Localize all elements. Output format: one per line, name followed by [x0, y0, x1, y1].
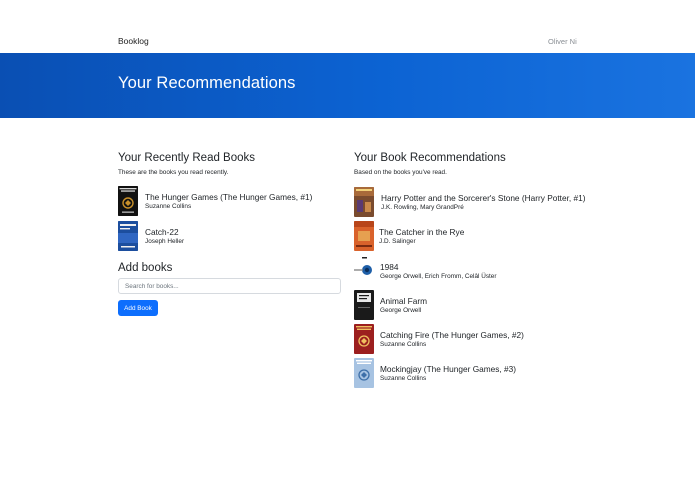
list-item[interactable]: Mockingjay (The Hunger Games, #3) Suzann…	[354, 358, 584, 390]
book-author: Suzanne Collins	[380, 341, 427, 348]
add-book-button[interactable]: Add Book	[118, 300, 158, 316]
list-item[interactable]: Animal Farm George Orwell	[354, 290, 584, 322]
book-author: Suzanne Collins	[380, 375, 427, 382]
book-cover-image	[118, 186, 138, 216]
list-item[interactable]: Harry Potter and the Sorcerer's Stone (H…	[354, 187, 585, 219]
recommendations-subtitle: Based on the books you've read.	[354, 169, 447, 176]
book-title[interactable]: Catching Fire (The Hunger Games, #2)	[380, 330, 524, 340]
book-author: George Orwell, Erich Fromm, Celâl Üster	[380, 273, 497, 280]
list-item[interactable]: Catch-22 Joseph Heller	[118, 221, 338, 253]
book-title[interactable]: Mockingjay (The Hunger Games, #3)	[380, 364, 516, 374]
book-title[interactable]: Animal Farm	[380, 296, 427, 306]
book-cover-image	[354, 187, 374, 217]
hero-banner: Your Recommendations	[0, 53, 695, 118]
recent-books-subtitle: These are the books you read recently.	[118, 169, 229, 176]
recent-books-heading: Your Recently Read Books	[118, 152, 256, 164]
book-author: J.K. Rowling, Mary GrandPré	[381, 204, 464, 211]
book-title[interactable]: 1984	[380, 262, 398, 272]
navbar: Booklog Oliver Ni	[0, 0, 695, 53]
brand-link[interactable]: Booklog	[118, 36, 149, 46]
book-cover-image	[354, 324, 374, 354]
book-cover-image	[354, 358, 374, 388]
book-title[interactable]: Catch-22	[145, 227, 179, 237]
book-author: George Orwell	[380, 307, 422, 314]
add-books-heading: Add books	[118, 262, 173, 274]
list-item[interactable]: The Hunger Games (The Hunger Games, #1) …	[118, 186, 338, 218]
search-input[interactable]	[118, 278, 341, 294]
book-author: J.D. Salinger	[379, 238, 416, 245]
book-cover-image	[354, 290, 374, 320]
book-author: Joseph Heller	[145, 238, 185, 245]
list-item[interactable]: 1984 George Orwell, Erich Fromm, Celâl Ü…	[354, 256, 584, 288]
book-title[interactable]: The Catcher in the Rye	[379, 227, 464, 237]
book-cover-image	[118, 221, 138, 251]
page-title: Your Recommendations	[118, 74, 296, 92]
list-item[interactable]: Catching Fire (The Hunger Games, #2) Suz…	[354, 324, 584, 356]
book-author: Suzanne Collins	[145, 203, 192, 210]
book-title[interactable]: The Hunger Games (The Hunger Games, #1)	[145, 192, 312, 202]
book-cover-image	[354, 256, 374, 286]
list-item[interactable]: The Catcher in the Rye J.D. Salinger	[354, 221, 584, 253]
book-cover-image	[354, 221, 374, 251]
recommendations-heading: Your Book Recommendations	[354, 152, 506, 164]
book-title[interactable]: Harry Potter and the Sorcerer's Stone (H…	[381, 193, 585, 203]
user-name-link[interactable]: Oliver Ni	[548, 37, 577, 46]
